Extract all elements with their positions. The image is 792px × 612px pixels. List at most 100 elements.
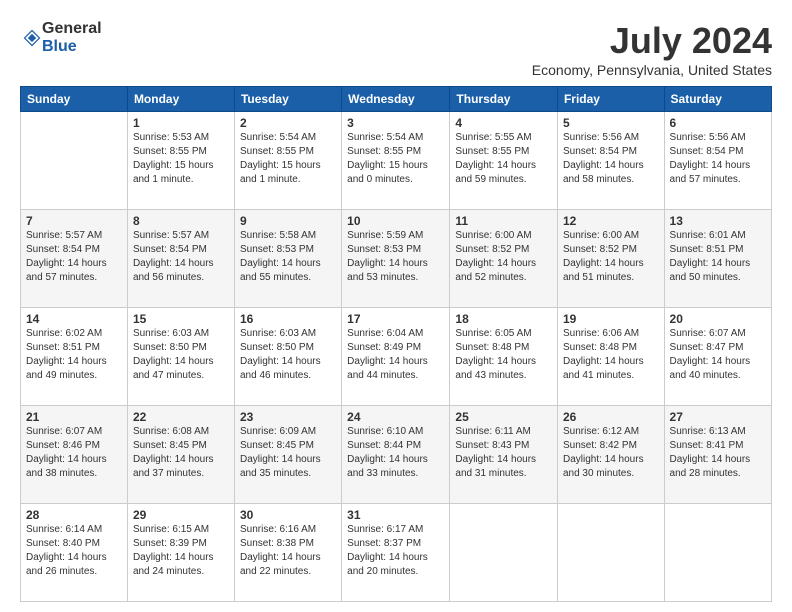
- day-cell: 21Sunrise: 6:07 AMSunset: 8:46 PMDayligh…: [21, 406, 128, 504]
- day-cell: 30Sunrise: 6:16 AMSunset: 8:38 PMDayligh…: [234, 504, 341, 602]
- logo-text: General Blue: [42, 20, 102, 55]
- week-row-5: 28Sunrise: 6:14 AMSunset: 8:40 PMDayligh…: [21, 504, 772, 602]
- day-number: 23: [240, 410, 336, 424]
- day-cell: [557, 504, 664, 602]
- day-number: 31: [347, 508, 444, 522]
- day-info: Sunrise: 5:54 AMSunset: 8:55 PMDaylight:…: [347, 131, 444, 187]
- day-number: 14: [26, 312, 122, 326]
- day-info: Sunrise: 5:56 AMSunset: 8:54 PMDaylight:…: [670, 131, 766, 187]
- day-cell: 25Sunrise: 6:11 AMSunset: 8:43 PMDayligh…: [450, 406, 558, 504]
- day-number: 9: [240, 214, 336, 228]
- day-info: Sunrise: 6:12 AMSunset: 8:42 PMDaylight:…: [563, 425, 659, 481]
- day-cell: 4Sunrise: 5:55 AMSunset: 8:55 PMDaylight…: [450, 112, 558, 210]
- day-number: 15: [133, 312, 229, 326]
- day-number: 21: [26, 410, 122, 424]
- day-info: Sunrise: 6:16 AMSunset: 8:38 PMDaylight:…: [240, 523, 336, 579]
- day-cell: 12Sunrise: 6:00 AMSunset: 8:52 PMDayligh…: [557, 210, 664, 308]
- day-cell: 2Sunrise: 5:54 AMSunset: 8:55 PMDaylight…: [234, 112, 341, 210]
- day-number: 12: [563, 214, 659, 228]
- day-info: Sunrise: 6:03 AMSunset: 8:50 PMDaylight:…: [133, 327, 229, 383]
- title-section: July 2024 Economy, Pennsylvania, United …: [532, 20, 772, 78]
- day-cell: [664, 504, 771, 602]
- logo-general-text: General: [42, 20, 102, 38]
- week-row-4: 21Sunrise: 6:07 AMSunset: 8:46 PMDayligh…: [21, 406, 772, 504]
- day-cell: 27Sunrise: 6:13 AMSunset: 8:41 PMDayligh…: [664, 406, 771, 504]
- day-number: 20: [670, 312, 766, 326]
- day-cell: 24Sunrise: 6:10 AMSunset: 8:44 PMDayligh…: [342, 406, 450, 504]
- day-info: Sunrise: 6:10 AMSunset: 8:44 PMDaylight:…: [347, 425, 444, 481]
- day-cell: 26Sunrise: 6:12 AMSunset: 8:42 PMDayligh…: [557, 406, 664, 504]
- day-cell: 3Sunrise: 5:54 AMSunset: 8:55 PMDaylight…: [342, 112, 450, 210]
- day-cell: 29Sunrise: 6:15 AMSunset: 8:39 PMDayligh…: [127, 504, 234, 602]
- header: General Blue July 2024 Economy, Pennsylv…: [20, 20, 772, 78]
- col-tuesday: Tuesday: [234, 87, 341, 112]
- day-cell: 22Sunrise: 6:08 AMSunset: 8:45 PMDayligh…: [127, 406, 234, 504]
- logo: General Blue: [20, 20, 102, 55]
- day-number: 8: [133, 214, 229, 228]
- day-cell: 20Sunrise: 6:07 AMSunset: 8:47 PMDayligh…: [664, 308, 771, 406]
- day-number: 28: [26, 508, 122, 522]
- day-number: 18: [455, 312, 552, 326]
- day-info: Sunrise: 6:04 AMSunset: 8:49 PMDaylight:…: [347, 327, 444, 383]
- day-info: Sunrise: 6:01 AMSunset: 8:51 PMDaylight:…: [670, 229, 766, 285]
- day-info: Sunrise: 6:17 AMSunset: 8:37 PMDaylight:…: [347, 523, 444, 579]
- day-info: Sunrise: 5:55 AMSunset: 8:55 PMDaylight:…: [455, 131, 552, 187]
- day-number: 29: [133, 508, 229, 522]
- day-cell: 15Sunrise: 6:03 AMSunset: 8:50 PMDayligh…: [127, 308, 234, 406]
- day-cell: 5Sunrise: 5:56 AMSunset: 8:54 PMDaylight…: [557, 112, 664, 210]
- calendar-table: Sunday Monday Tuesday Wednesday Thursday…: [20, 86, 772, 602]
- day-info: Sunrise: 6:00 AMSunset: 8:52 PMDaylight:…: [563, 229, 659, 285]
- logo-blue-text: Blue: [42, 38, 102, 56]
- location: Economy, Pennsylvania, United States: [532, 62, 772, 78]
- day-number: 25: [455, 410, 552, 424]
- day-cell: 9Sunrise: 5:58 AMSunset: 8:53 PMDaylight…: [234, 210, 341, 308]
- day-info: Sunrise: 5:57 AMSunset: 8:54 PMDaylight:…: [26, 229, 122, 285]
- logo-icon: [22, 28, 42, 48]
- day-cell: 23Sunrise: 6:09 AMSunset: 8:45 PMDayligh…: [234, 406, 341, 504]
- col-wednesday: Wednesday: [342, 87, 450, 112]
- day-number: 24: [347, 410, 444, 424]
- day-info: Sunrise: 5:57 AMSunset: 8:54 PMDaylight:…: [133, 229, 229, 285]
- day-number: 17: [347, 312, 444, 326]
- col-friday: Friday: [557, 87, 664, 112]
- day-info: Sunrise: 6:02 AMSunset: 8:51 PMDaylight:…: [26, 327, 122, 383]
- day-number: 26: [563, 410, 659, 424]
- day-number: 6: [670, 116, 766, 130]
- day-number: 30: [240, 508, 336, 522]
- day-number: 13: [670, 214, 766, 228]
- day-cell: 17Sunrise: 6:04 AMSunset: 8:49 PMDayligh…: [342, 308, 450, 406]
- calendar-page: General Blue July 2024 Economy, Pennsylv…: [0, 0, 792, 612]
- day-info: Sunrise: 6:07 AMSunset: 8:46 PMDaylight:…: [26, 425, 122, 481]
- day-info: Sunrise: 6:05 AMSunset: 8:48 PMDaylight:…: [455, 327, 552, 383]
- day-cell: [450, 504, 558, 602]
- day-cell: 16Sunrise: 6:03 AMSunset: 8:50 PMDayligh…: [234, 308, 341, 406]
- day-cell: 6Sunrise: 5:56 AMSunset: 8:54 PMDaylight…: [664, 112, 771, 210]
- day-info: Sunrise: 6:03 AMSunset: 8:50 PMDaylight:…: [240, 327, 336, 383]
- day-info: Sunrise: 6:15 AMSunset: 8:39 PMDaylight:…: [133, 523, 229, 579]
- week-row-3: 14Sunrise: 6:02 AMSunset: 8:51 PMDayligh…: [21, 308, 772, 406]
- day-info: Sunrise: 5:56 AMSunset: 8:54 PMDaylight:…: [563, 131, 659, 187]
- day-cell: 28Sunrise: 6:14 AMSunset: 8:40 PMDayligh…: [21, 504, 128, 602]
- week-row-2: 7Sunrise: 5:57 AMSunset: 8:54 PMDaylight…: [21, 210, 772, 308]
- day-cell: 14Sunrise: 6:02 AMSunset: 8:51 PMDayligh…: [21, 308, 128, 406]
- day-info: Sunrise: 6:08 AMSunset: 8:45 PMDaylight:…: [133, 425, 229, 481]
- day-info: Sunrise: 6:00 AMSunset: 8:52 PMDaylight:…: [455, 229, 552, 285]
- day-info: Sunrise: 5:58 AMSunset: 8:53 PMDaylight:…: [240, 229, 336, 285]
- day-number: 4: [455, 116, 552, 130]
- calendar-header: Sunday Monday Tuesday Wednesday Thursday…: [21, 87, 772, 112]
- day-info: Sunrise: 6:14 AMSunset: 8:40 PMDaylight:…: [26, 523, 122, 579]
- month-year: July 2024: [532, 20, 772, 62]
- day-number: 3: [347, 116, 444, 130]
- day-info: Sunrise: 6:13 AMSunset: 8:41 PMDaylight:…: [670, 425, 766, 481]
- day-number: 7: [26, 214, 122, 228]
- day-cell: 1Sunrise: 5:53 AMSunset: 8:55 PMDaylight…: [127, 112, 234, 210]
- day-cell: 19Sunrise: 6:06 AMSunset: 8:48 PMDayligh…: [557, 308, 664, 406]
- day-cell: 7Sunrise: 5:57 AMSunset: 8:54 PMDaylight…: [21, 210, 128, 308]
- day-number: 11: [455, 214, 552, 228]
- day-info: Sunrise: 5:54 AMSunset: 8:55 PMDaylight:…: [240, 131, 336, 187]
- day-number: 2: [240, 116, 336, 130]
- day-cell: 10Sunrise: 5:59 AMSunset: 8:53 PMDayligh…: [342, 210, 450, 308]
- day-info: Sunrise: 6:09 AMSunset: 8:45 PMDaylight:…: [240, 425, 336, 481]
- day-number: 19: [563, 312, 659, 326]
- col-saturday: Saturday: [664, 87, 771, 112]
